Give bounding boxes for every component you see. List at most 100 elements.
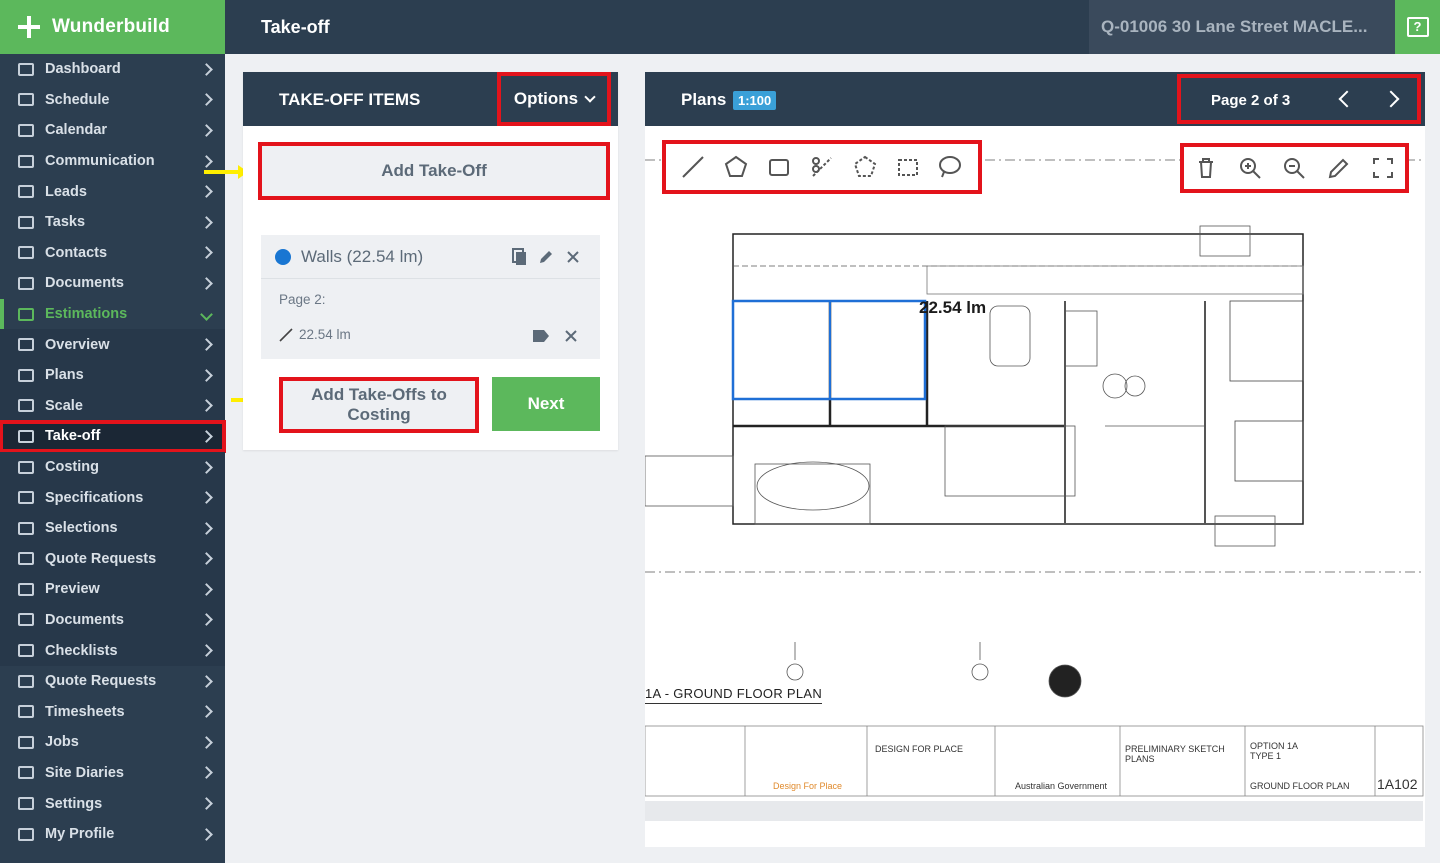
dashboard-icon <box>16 61 36 77</box>
sidebar-item-documents[interactable]: Documents <box>0 268 225 299</box>
line-icon <box>279 327 293 342</box>
sidebar-item-my-profile[interactable]: My Profile <box>0 818 225 850</box>
next-button[interactable]: Next <box>492 377 600 431</box>
sidebar-item-costing[interactable]: Costing <box>0 451 225 483</box>
sidebar-item-contacts[interactable]: Contacts <box>0 238 225 269</box>
sidebar-item-label: Schedule <box>45 91 110 108</box>
take-off-icon <box>16 428 36 444</box>
close-icon[interactable] <box>562 327 580 345</box>
chevron-right-icon <box>200 215 213 229</box>
sidebar-item-label: Estimations <box>45 306 128 323</box>
chevron-right-icon <box>200 124 213 137</box>
sidebar-item-leads[interactable]: Leads <box>0 176 225 207</box>
takeoff-item-card[interactable]: Walls (22.54 lm) Page 2: 22.54 lm <box>261 235 600 359</box>
measurement-value: 22.54 lm <box>299 327 351 342</box>
plan-canvas[interactable]: 22.54 lm 1A - GROUND FLOOR PLAN Design F… <box>645 126 1425 847</box>
sidebar-item-label: Preview <box>45 581 100 598</box>
sidebar-item-quote-requests-main[interactable]: Quote Requests <box>0 665 225 697</box>
fullscreen-icon[interactable] <box>1370 155 1396 181</box>
sidebar-item-specifications[interactable]: Specifications <box>0 482 225 513</box>
view-toolbar <box>1180 143 1409 193</box>
copy-icon[interactable] <box>511 248 529 266</box>
polygon-tool-icon[interactable] <box>723 154 749 180</box>
sidebar-item-quote-requests[interactable]: Quote Requests <box>0 543 225 575</box>
close-icon[interactable] <box>564 248 582 266</box>
chevron-right-icon <box>200 491 213 504</box>
options-dropdown[interactable]: Options <box>497 72 611 126</box>
rectangle-cut-tool-icon[interactable] <box>895 154 921 180</box>
sidebar-item-site-diaries[interactable]: Site Diaries <box>0 757 225 789</box>
brand-name: Wunderbuild <box>52 16 170 37</box>
book-icon <box>16 765 36 781</box>
takeoff-item-row: Walls (22.54 lm) <box>261 235 600 279</box>
tag-icon <box>16 673 36 689</box>
sidebar-item-documents-sub[interactable]: Documents <box>0 604 225 636</box>
specifications-icon <box>16 490 36 506</box>
sidebar-item-dashboard[interactable]: Dashboard <box>0 54 225 85</box>
plans-panel: Plans 1:100 Page 2 of 3 22.54 lm 1A - GR… <box>645 72 1425 847</box>
chevron-right-icon <box>200 185 213 199</box>
chevron-down-icon <box>584 91 596 103</box>
sidebar-item-estimations[interactable]: Estimations <box>0 298 225 330</box>
chevron-down-icon <box>200 307 213 321</box>
previous-page-chevron-icon[interactable] <box>1338 90 1356 108</box>
chevron-right-icon <box>200 460 213 474</box>
top-bar: Take-off Q-01006 30 Lane Street MACLE...… <box>225 0 1440 54</box>
clock-icon <box>16 704 36 720</box>
sidebar-item-label: Leads <box>45 183 87 200</box>
pencil-icon[interactable] <box>1326 155 1352 181</box>
sidebar-item-label: Communication <box>45 153 155 170</box>
sidebar: Wunderbuild Dashboard Schedule Calendar … <box>0 0 226 863</box>
brand-bar[interactable]: Wunderbuild <box>0 0 225 54</box>
color-dot[interactable] <box>275 248 291 265</box>
rectangle-tool-icon[interactable] <box>766 154 792 180</box>
scale-badge: 1:100 <box>733 91 777 110</box>
sidebar-item-plans[interactable]: Plans <box>0 359 225 391</box>
titleblock-project: DESIGN FOR PLACE <box>875 744 964 754</box>
quote-title[interactable]: Q-01006 30 Lane Street MACLE... <box>1089 0 1395 54</box>
polygon-cut-tool-icon[interactable] <box>852 154 878 180</box>
chevron-right-icon <box>200 735 213 749</box>
edit-icon[interactable] <box>537 248 555 266</box>
sidebar-item-label: Costing <box>45 459 99 476</box>
sidebar-item-label: Selections <box>45 520 118 537</box>
sidebar-item-preview[interactable]: Preview <box>0 574 225 605</box>
plans-header: Plans 1:100 Page 2 of 3 <box>645 72 1425 126</box>
takeoff-measurement[interactable]: 22.54 lm <box>279 327 351 342</box>
add-takeoff-button[interactable]: Add Take-Off <box>258 142 610 200</box>
trash-icon[interactable] <box>1193 155 1219 181</box>
zoom-in-icon[interactable] <box>1237 155 1263 181</box>
sidebar-item-take-off[interactable]: Take-off <box>0 420 226 453</box>
wunderbuild-logo-icon <box>18 16 40 38</box>
sidebar-item-checklists[interactable]: Checklists <box>0 635 225 666</box>
takeoff-items-panel: TAKE-OFF ITEMS Options Add Take-Off Wall… <box>243 72 618 450</box>
sidebar-item-calendar[interactable]: Calendar <box>0 115 225 146</box>
add-takeoffs-to-costing-button[interactable]: Add Take-Offs to Costing <box>279 377 479 433</box>
chevron-right-icon <box>200 399 213 413</box>
line-cut-tool-icon[interactable] <box>809 154 835 180</box>
lasso-tool-icon[interactable] <box>937 154 963 180</box>
next-page-chevron-icon[interactable] <box>1382 90 1400 108</box>
help-button[interactable]: ? <box>1395 0 1440 54</box>
gear-icon <box>16 796 36 812</box>
sidebar-item-scale[interactable]: Scale <box>0 390 225 422</box>
costing-icon <box>16 459 36 475</box>
zoom-out-icon[interactable] <box>1281 155 1307 181</box>
line-tool-icon[interactable] <box>680 154 706 180</box>
plans-title: Plans <box>681 90 727 109</box>
sidebar-item-timesheets[interactable]: Timesheets <box>0 696 225 728</box>
sidebar-item-selections[interactable]: Selections <box>0 512 225 544</box>
chevron-right-icon <box>200 705 213 719</box>
sidebar-item-overview[interactable]: Overview <box>0 329 225 360</box>
communication-icon <box>16 153 36 169</box>
documents-icon <box>16 612 36 628</box>
checklist-icon <box>16 643 36 659</box>
selections-icon <box>16 520 36 536</box>
sidebar-item-tasks[interactable]: Tasks <box>0 207 225 238</box>
sidebar-item-settings[interactable]: Settings <box>0 788 225 819</box>
sidebar-item-jobs[interactable]: Jobs <box>0 727 225 758</box>
sidebar-item-communication[interactable]: Communication <box>0 146 225 177</box>
tag-icon[interactable] <box>532 327 550 345</box>
chevron-right-icon <box>200 368 213 382</box>
sidebar-item-schedule[interactable]: Schedule <box>0 85 225 116</box>
